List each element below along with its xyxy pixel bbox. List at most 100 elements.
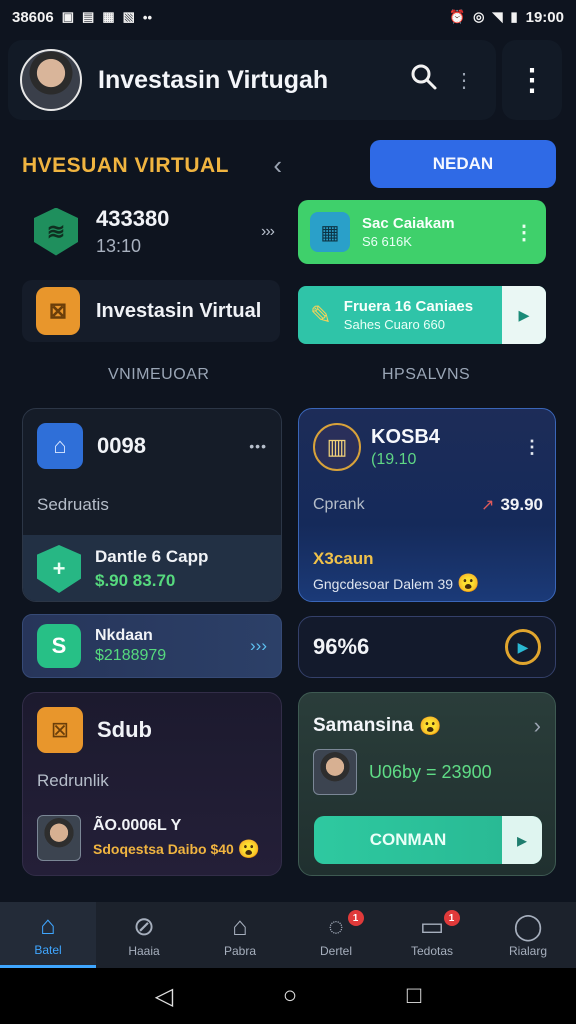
more-vertical-icon[interactable]: ⋮ [502, 40, 562, 120]
nav-item-rialarg[interactable]: ◯ Rialarg [480, 902, 576, 968]
home-circle-icon[interactable]: ○ [283, 982, 298, 1010]
balance-row[interactable]: ≋ 433380 13:10 ››› [34, 206, 275, 257]
dots-icon: •• [142, 9, 153, 25]
notification-badge: 1 [443, 910, 460, 926]
news-icon: ▧ [122, 9, 135, 24]
chevron-right-icon[interactable]: › [534, 713, 541, 739]
card2-footer-text: Gngcdesoar Dalem 39 [313, 575, 454, 592]
user-icon: ◯ [513, 911, 543, 941]
bank-icon: ⌂ [37, 423, 83, 469]
nav-item-tedotas[interactable]: ▭ 1 Tedotas [384, 902, 480, 968]
card1-caption: Sedruatis [37, 495, 109, 514]
card-holdings[interactable]: ⌂ 0098 ••• Sedruatis + Dantle 6 Capp $.9… [22, 408, 282, 602]
member-photo [313, 749, 357, 795]
dots-icon[interactable]: ••• [249, 438, 267, 454]
card1-panel-title: Dantle 6 Capp [95, 547, 209, 566]
house-icon: ⌂ [232, 911, 248, 941]
card2-footer-title: X3caun [313, 549, 374, 568]
calculator-icon: ▦ [310, 212, 350, 252]
system-nav: ◁ ○ □ [0, 968, 576, 1024]
balance-time: 13:10 [96, 236, 142, 256]
chart-coin-icon: ▥ [313, 423, 361, 471]
notification-icon: ▣ [61, 9, 75, 24]
card1-value: 0098 [97, 433, 146, 458]
status-right: ⏰ ◎ ◥ ▮ 19:00 [449, 9, 564, 26]
card2-menu-icon[interactable]: ⋮ [523, 437, 541, 458]
sync-icon: ◎ [473, 9, 485, 24]
card2-sub: (19.10 [371, 450, 417, 468]
green-pill-card[interactable]: ▦ Sac Caiakam S6 616K ⋮ [298, 200, 546, 264]
kebab-icon[interactable]: ⋮ [444, 68, 484, 93]
nav-label: Pabra [223, 944, 257, 958]
card-savings[interactable]: S Nkdaan $2188979 ››› [22, 614, 282, 678]
invest-row[interactable]: ⊠ Investasin Virtual [22, 280, 280, 342]
divider-label-right: HPSALVNS [382, 366, 471, 383]
shield-icon: ≋ [34, 207, 78, 256]
arrow-right-icon: ▸ [502, 816, 542, 864]
green-pill-title: Sac Caiakam [362, 215, 455, 232]
nav-label: Haaia [128, 944, 160, 958]
compass-icon: ⊘ [133, 911, 155, 941]
cta-button[interactable]: CONMAN ▸ [314, 816, 542, 864]
green-pill-menu-icon[interactable]: ⋮ [514, 220, 534, 245]
card4-value: 96%6 [313, 634, 370, 659]
shield-plus-icon: + [37, 545, 81, 593]
nav-item-haaia[interactable]: ⊘ Haaia [96, 902, 192, 968]
nav-item-batel[interactable]: ⌂ Batel [0, 902, 96, 968]
avatar[interactable] [20, 49, 82, 111]
arrow-right-icon[interactable]: ▸ [502, 286, 546, 344]
alarm-icon: ⏰ [448, 9, 466, 24]
teal-pill-title: Fruera 16 Caniaes [343, 298, 474, 315]
card6-title: Samansina [313, 715, 414, 736]
status-time: 19:00 [525, 8, 564, 26]
card-club[interactable]: ⊠ Sdub Redrunlik ÃO.0006L Y Sdoqestsa Da… [22, 692, 282, 876]
trend-up-icon: ↗ [481, 497, 495, 514]
primary-button[interactable]: NEDAN [370, 140, 556, 188]
back-icon[interactable]: ◁ [155, 982, 173, 1011]
app-bar: Investasin Virtugah ⋮ [8, 40, 496, 120]
card3-value: $2188979 [95, 647, 167, 664]
s-logo-icon: S [37, 624, 81, 668]
notification-badge: 1 [347, 910, 364, 926]
divider-label-left: VNIMEUOAR [108, 366, 210, 383]
app-title: Investasin Virtugah [98, 65, 329, 94]
status-bar: 38606 ▣ ▤ ▦ ▧ •• ⏰ ◎ ◥ ▮ 19:00 [0, 0, 576, 34]
nav-item-pabra[interactable]: ⌂ Pabra [192, 902, 288, 968]
status-text: 38606 [12, 8, 54, 26]
nav-label: Dertel [319, 944, 352, 958]
nav-item-dertel[interactable]: ◌ 1 Dertel [288, 902, 384, 968]
search-icon[interactable] [404, 63, 444, 98]
surprised-emoji-icon: 😮 [237, 838, 261, 859]
balance-value: 433380 [96, 206, 170, 231]
crest-icon: ⊠ [36, 287, 80, 335]
card1-panel-value: $.90 83.70 [95, 571, 176, 590]
card-progress[interactable]: 96%6 ▶ [298, 616, 556, 678]
section-header: HVESUAN VIRTUAL ‹ [22, 150, 282, 181]
teal-pill-card[interactable]: ✎ Fruera 16 Caniaes Sahes Cuaro 660 ▸ [298, 286, 546, 344]
green-pill-sub: S6 616K [362, 234, 412, 249]
status-left: 38606 ▣ ▤ ▦ ▧ •• [12, 9, 152, 26]
card5-footer: Sdoqestsa Daibo $40 [93, 841, 234, 857]
card2-title: KOSB4 [371, 425, 440, 448]
arrows-right-icon: ››› [250, 636, 267, 655]
wifi-icon: ◥ [492, 9, 503, 24]
nav-label: Tedotas [410, 944, 454, 958]
brush-icon: ✎ [310, 299, 332, 330]
chat-icon: ◌ [328, 911, 344, 941]
recents-icon[interactable]: □ [407, 982, 422, 1010]
chevron-left-icon[interactable]: ‹ [273, 150, 282, 181]
card-portfolio[interactable]: ▥ KOSB4 (19.10 ⋮ Cprank ↗ 39.90 X3caun G… [298, 408, 556, 602]
card6-value: U06by = 23900 [369, 761, 492, 782]
card2-value: 39.90 [500, 495, 543, 514]
play-icon[interactable]: ▶ [505, 629, 541, 665]
card3-title: Nkdaan [95, 627, 153, 644]
bottom-nav: ⌂ Batel ⊘ Haaia ⌂ Pabra ◌ 1 Dertel ▭ 1 T… [0, 902, 576, 968]
nav-label: Batel [34, 942, 62, 957]
home-icon: ⌂ [40, 909, 56, 940]
wallet-icon: ▭ [419, 911, 445, 941]
section-title: HVESUAN VIRTUAL [22, 153, 230, 177]
nav-label: Rialarg [508, 944, 547, 958]
card1-panel[interactable]: + Dantle 6 Capp $.90 83.70 [23, 535, 281, 601]
card5-caption: Redrunlik [37, 771, 109, 790]
card2-label: Cprank [313, 496, 365, 513]
